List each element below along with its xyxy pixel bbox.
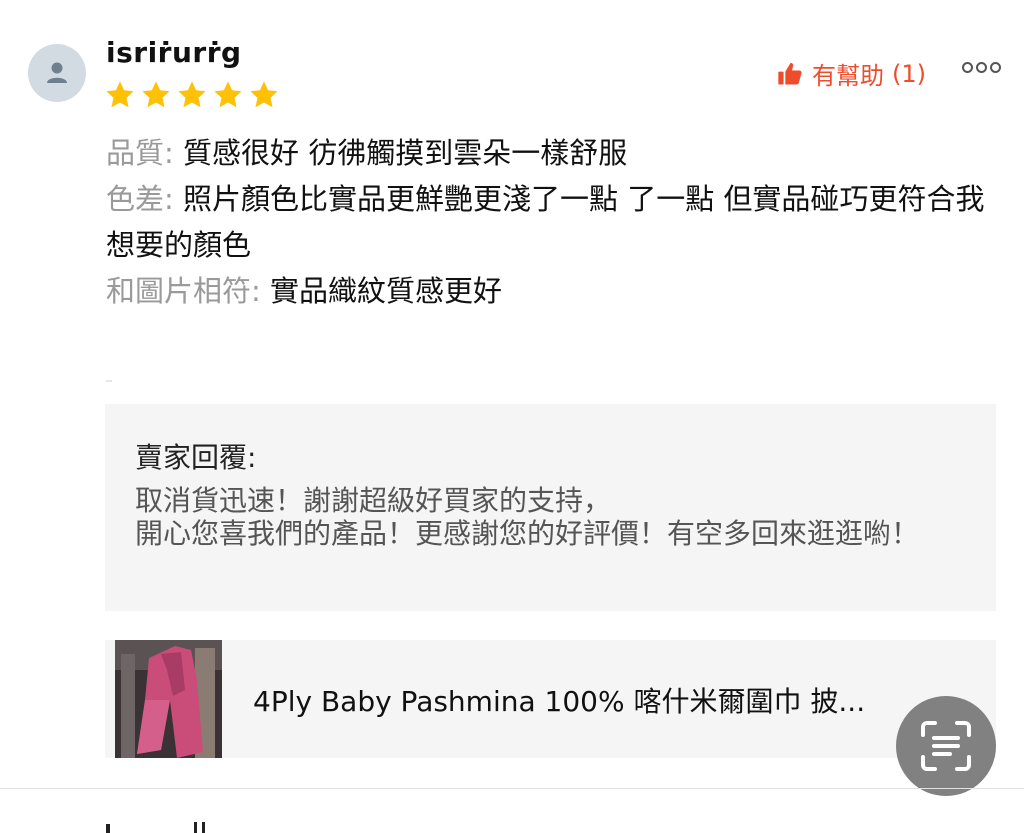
seller-reply-text: 取消貨迅速！謝謝超級好買家的支持， 開心您喜我們的產品！更感謝您的好評價！有空多… <box>135 484 975 550</box>
review-content: 品質: 質感很好 彷彿觸摸到雲朵一樣舒服 色差: 照片顏色比實品更鮮艷更淺了一點… <box>106 130 986 314</box>
review-line-text: 質感很好 彷彿觸摸到雲朵一樣舒服 <box>183 136 628 170</box>
divider-mark <box>106 380 112 382</box>
review-line-label: 和圖片相符: <box>106 274 270 308</box>
review-line-label: 品質: <box>106 136 183 170</box>
reviewer-username: isriṙurṙg <box>106 36 242 69</box>
product-thumbnail[interactable] <box>115 640 222 758</box>
product-name: 4Ply Baby Pashmina 100% 喀什米爾圍巾 披... <box>253 685 866 718</box>
review-item: isriṙurṙg 有幫助 (1) 品質: 質感很好 彷彿觸摸到雲朵一樣舒服 色… <box>0 0 1024 833</box>
avatar[interactable] <box>28 44 86 102</box>
star-rating <box>104 79 280 111</box>
star-icon <box>142 81 170 108</box>
helpful-label: 有幫助 <box>812 62 884 90</box>
helpful-count: (1) <box>892 59 926 88</box>
scarf-image <box>115 640 222 758</box>
star-icon <box>250 81 278 108</box>
star-icon <box>106 81 134 108</box>
review-line-color: 色差: 照片顏色比實品更鮮艷更淺了一點 了一點 但實品碰巧更符合我想要的顏色 <box>106 176 986 268</box>
product-card[interactable]: 4Ply Baby Pashmina 100% 喀什米爾圍巾 披... <box>105 640 996 758</box>
seller-reply-line: 取消貨迅速！謝謝超級好買家的支持， <box>135 484 612 517</box>
user-avatar-icon <box>47 62 67 83</box>
review-line-quality: 品質: 質感很好 彷彿觸摸到雲朵一樣舒服 <box>106 130 986 176</box>
review-line-text: 實品織紋質感更好 <box>270 274 503 308</box>
next-review-peek <box>106 812 216 833</box>
helpful-button[interactable]: 有幫助 (1) <box>776 56 926 91</box>
text-scan-button[interactable] <box>896 696 996 796</box>
text-scan-icon <box>921 721 971 771</box>
star-icon <box>178 81 206 108</box>
next-review-fragment <box>106 822 205 833</box>
seller-reply-line: 開心您喜我們的產品！更感謝您的好評價！有空多回來逛逛喲！ <box>135 517 920 550</box>
seller-reply-title: 賣家回覆: <box>135 441 257 474</box>
review-divider <box>0 788 1024 789</box>
more-options-icon[interactable] <box>962 62 1001 73</box>
review-line-match: 和圖片相符: 實品織紋質感更好 <box>106 268 986 314</box>
star-icon <box>214 81 242 108</box>
review-line-label: 色差: <box>106 182 183 216</box>
thumbs-up-icon <box>778 62 802 84</box>
seller-reply: 賣家回覆: 取消貨迅速！謝謝超級好買家的支持， 開心您喜我們的產品！更感謝您的好… <box>105 404 996 611</box>
review-line-text: 照片顏色比實品更鮮艷更淺了一點 了一點 但實品碰巧更符合我想要的顏色 <box>106 182 985 262</box>
